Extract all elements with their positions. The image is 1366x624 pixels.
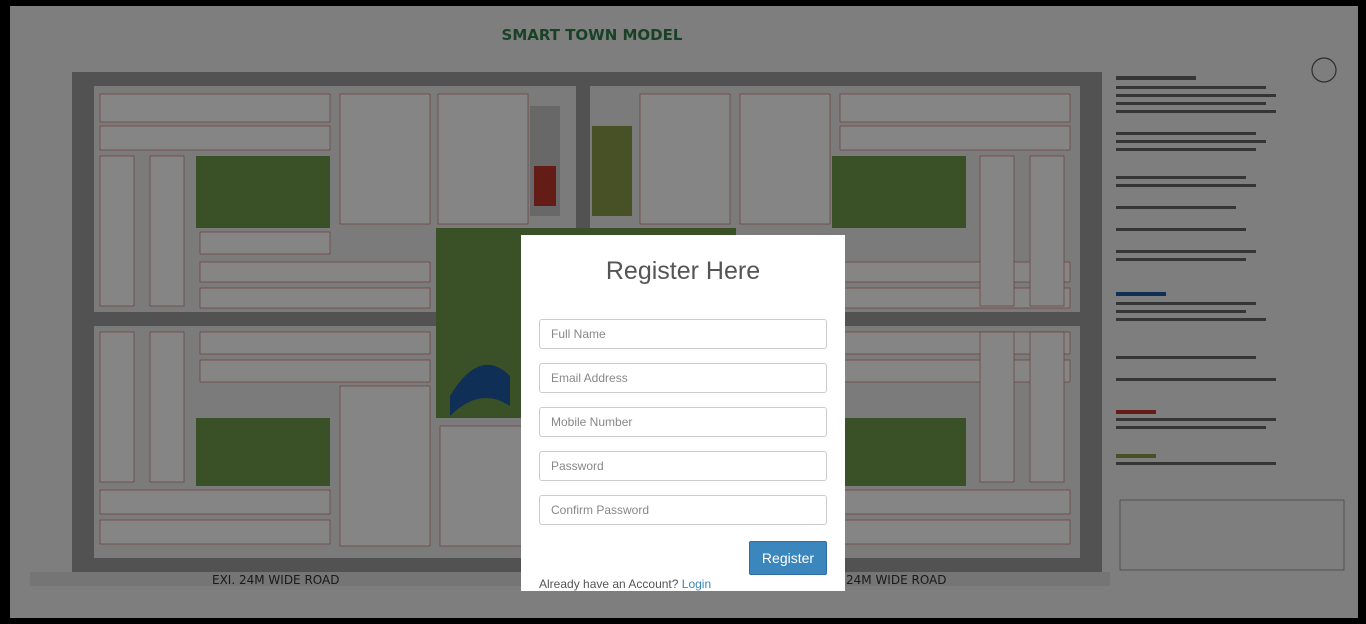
login-prompt-line: Already have an Account? Login	[539, 577, 827, 591]
full-name-field[interactable]	[539, 319, 827, 349]
mobile-number-field[interactable]	[539, 407, 827, 437]
modal-title: Register Here	[605, 257, 761, 285]
login-link[interactable]: Login	[682, 577, 711, 591]
login-prompt-text: Already have an Account?	[539, 577, 679, 591]
button-row: Register	[539, 541, 827, 575]
page-frame: SMART TOWN MODEL EXI. 24M WIDE ROAD 24M …	[0, 0, 1366, 624]
password-field[interactable]	[539, 451, 827, 481]
email-field[interactable]	[539, 363, 827, 393]
confirm-password-field[interactable]	[539, 495, 827, 525]
register-modal: Register Here Register Already have an A…	[521, 235, 845, 591]
register-button[interactable]: Register	[749, 541, 827, 575]
